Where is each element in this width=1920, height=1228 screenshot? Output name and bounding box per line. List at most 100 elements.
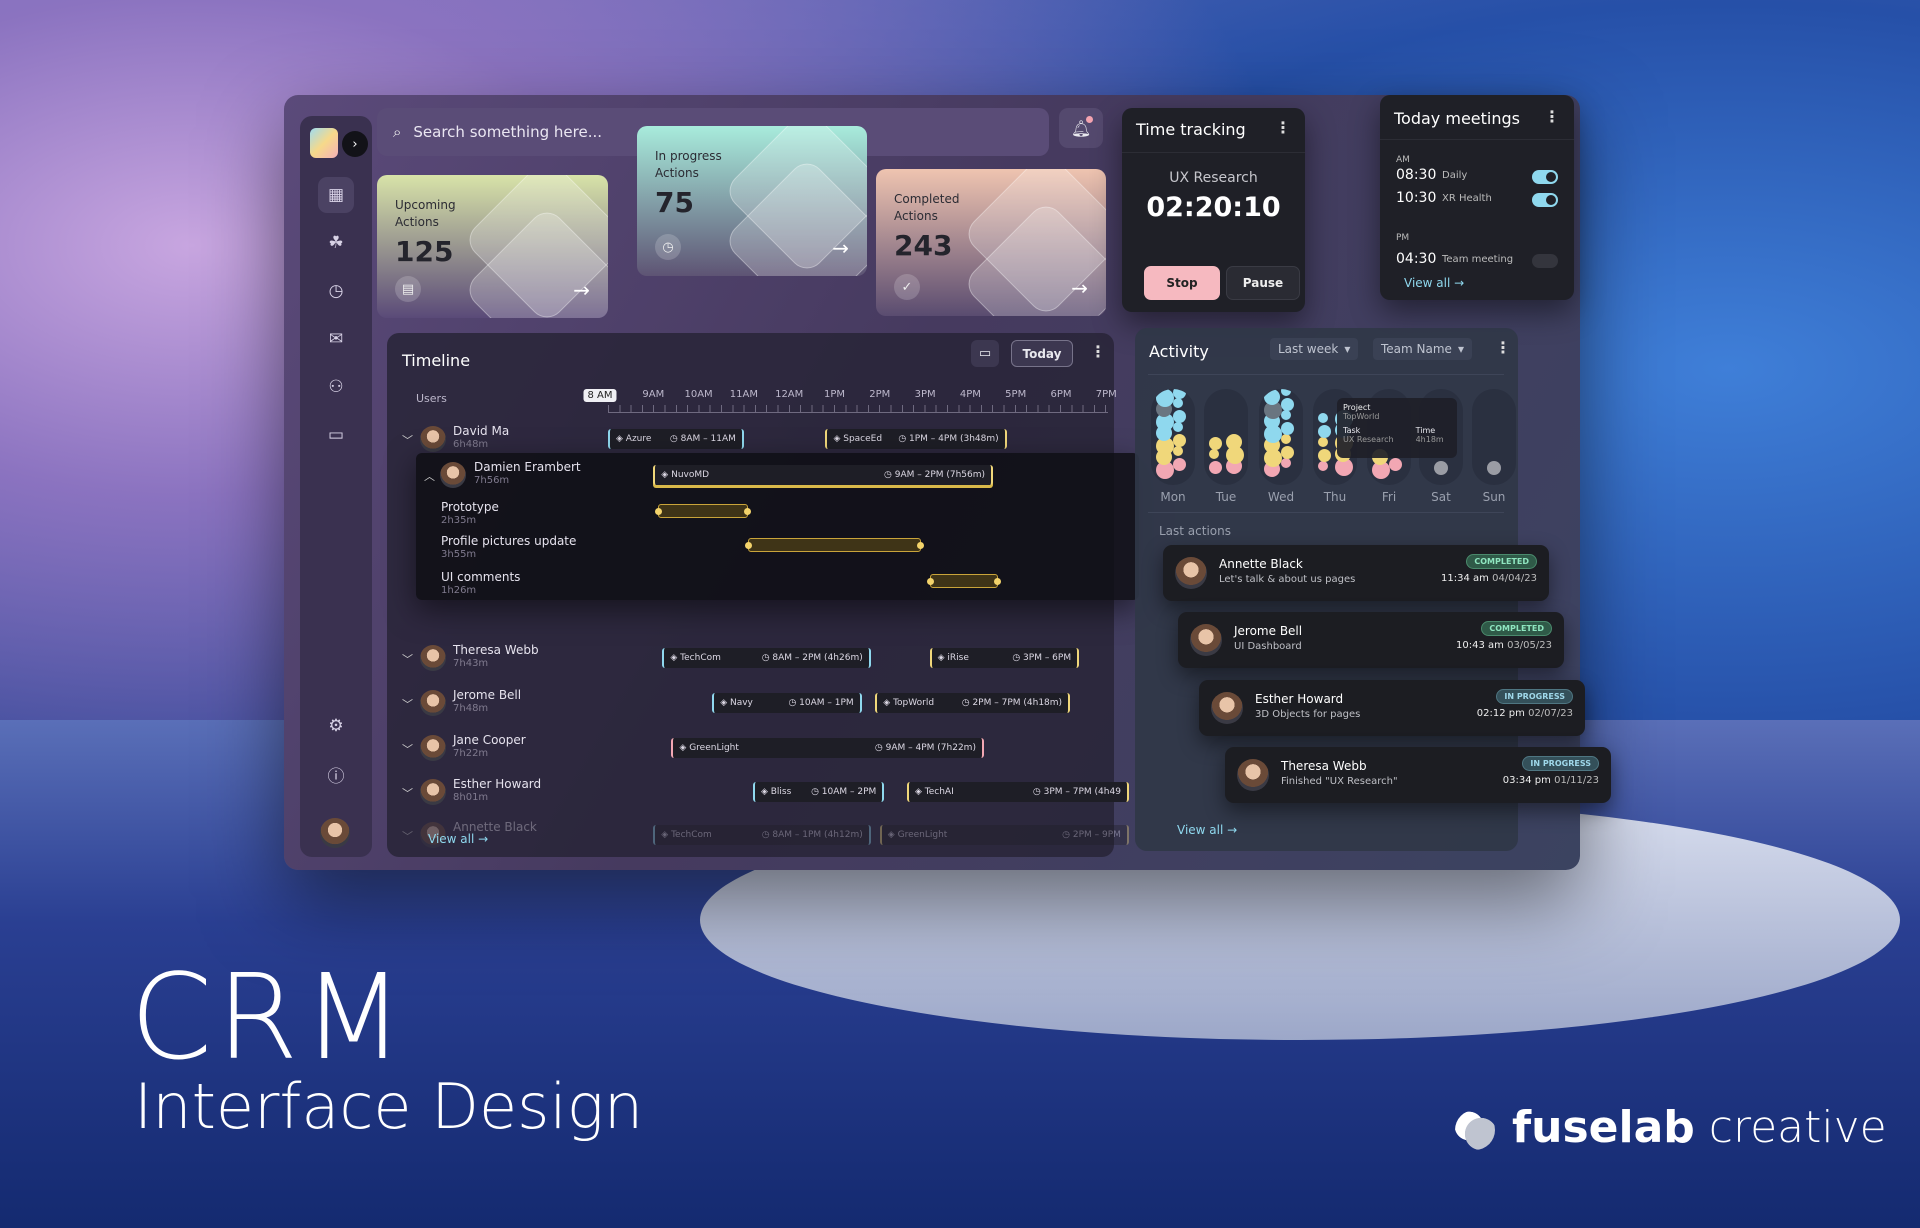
arrow-right-icon[interactable]: → — [832, 236, 849, 260]
chevron-down-icon[interactable]: ﹀ — [402, 432, 413, 448]
bubble[interactable] — [1173, 446, 1183, 456]
chevron-down-icon[interactable]: ﹀ — [402, 785, 413, 801]
sidebar-item-dashboard[interactable]: ▦ — [318, 177, 354, 213]
arrow-right-icon[interactable]: → — [1071, 276, 1088, 300]
activity-day-column[interactable] — [1204, 389, 1248, 485]
tracked-task: UX Research — [1169, 170, 1258, 186]
project-bar[interactable]: ◈ Bliss ◷ 10AM – 2PM — [752, 782, 885, 802]
activity-day-column[interactable] — [1151, 389, 1195, 485]
bubble[interactable] — [1226, 434, 1242, 450]
chevron-down-icon[interactable]: ﹀ — [402, 696, 413, 712]
activity-day-column[interactable] — [1259, 389, 1303, 485]
last-action-item[interactable]: Annette Black Let's talk & about us pages… — [1163, 545, 1549, 601]
meeting-toggle[interactable] — [1532, 193, 1558, 207]
calendar-button[interactable]: ▭ — [971, 340, 999, 367]
bubble[interactable] — [1281, 398, 1294, 411]
chevron-up-icon[interactable]: ︿ — [424, 468, 435, 484]
bubble[interactable] — [1318, 413, 1328, 423]
user-avatar[interactable] — [320, 818, 350, 848]
notifications-button[interactable]: 🔔︎ — [1059, 108, 1103, 148]
project-bar[interactable]: ◈ Navy ◷ 10AM – 1PM — [712, 693, 862, 713]
project-bar[interactable]: ◈ iRise ◷ 3PM – 6PM — [929, 648, 1080, 668]
bubble[interactable] — [1209, 449, 1219, 459]
sidebar-item-mail[interactable]: ✉ — [318, 321, 354, 357]
chevron-down-icon[interactable]: ﹀ — [402, 828, 413, 844]
project-bar[interactable]: ◈ NuvoMD ◷ 9AM – 2PM (7h56m) — [653, 465, 994, 485]
last-action-item[interactable]: Theresa Webb Finished "UX Research" IN PRO… — [1225, 747, 1611, 803]
sidebar-item-users[interactable]: ⚇ — [318, 369, 354, 405]
bubble[interactable] — [1173, 398, 1183, 408]
bubble[interactable] — [1281, 422, 1294, 435]
bubble[interactable] — [1318, 437, 1328, 447]
meeting-toggle[interactable] — [1532, 254, 1558, 268]
sidebar-item-calendar[interactable]: ▭ — [318, 417, 354, 453]
timeline-view-all-link[interactable]: View all → — [428, 832, 488, 846]
last-action-item[interactable]: Jerome Bell UI Dashboard COMPLETED 10:43 am… — [1178, 612, 1564, 668]
project-bar[interactable]: ◈ Azure ◷ 8AM – 11AM — [608, 429, 744, 449]
bubble[interactable] — [1264, 389, 1280, 405]
sidebar-item-clock[interactable]: ◷ — [318, 273, 354, 309]
task-bar[interactable] — [654, 504, 752, 518]
stat-card-completed[interactable]: Completed Actions 243 ✓ → — [876, 169, 1106, 316]
time-range: 8AM – 11AM — [680, 434, 736, 444]
project-bar[interactable]: ◈ TechAI ◷ 3PM – 7PM (4h49 — [906, 782, 1129, 802]
avatar — [1237, 759, 1269, 791]
bubble[interactable] — [1318, 449, 1331, 462]
app-logo[interactable] — [310, 128, 338, 158]
user-name: Damien Erambert — [474, 460, 581, 474]
bubble[interactable] — [1209, 437, 1222, 450]
arrow-right-icon[interactable]: → — [573, 278, 590, 302]
stop-button[interactable]: Stop — [1144, 266, 1220, 300]
bubble[interactable] — [1389, 458, 1402, 471]
project-bar[interactable]: ◈ GreenLight ◷ 2PM – 9PM — [879, 825, 1129, 845]
bubble[interactable] — [1281, 389, 1291, 396]
stat-card-upcoming[interactable]: Upcoming Actions 125 ▤ → — [377, 175, 608, 318]
activity-view-all-link[interactable]: View all → — [1177, 823, 1237, 837]
sidebar-item-network[interactable]: ☘ — [318, 225, 354, 261]
avatar — [1175, 557, 1207, 589]
bubble[interactable] — [1173, 458, 1186, 471]
bubble[interactable] — [1318, 461, 1328, 471]
bubble[interactable] — [1173, 389, 1186, 399]
last-action-item[interactable]: Esther Howard 3D Objects for pages IN PROG… — [1199, 680, 1585, 736]
more-icon[interactable]: ⋮ — [1090, 342, 1106, 361]
card-label: Actions — [395, 215, 439, 229]
team-dropdown[interactable]: Team Name ▾ — [1373, 338, 1472, 360]
bubble[interactable] — [1173, 422, 1183, 432]
meeting-toggle[interactable] — [1532, 170, 1558, 184]
more-icon[interactable]: ⋮ — [1275, 118, 1291, 137]
bubble[interactable] — [1173, 410, 1186, 423]
project-bar[interactable]: ◈ TechCom ◷ 8AM – 2PM (4h26m) — [662, 648, 871, 668]
project-bar[interactable]: ◈ TechCom ◷ 8AM – 1PM (4h12m) — [653, 825, 871, 845]
time-label: ◷ 8AM – 2PM (4h26m) — [762, 653, 863, 663]
bubble[interactable] — [1281, 446, 1294, 459]
action-datetime: 02:12 pm 02/07/23 — [1477, 708, 1573, 719]
task-bar[interactable] — [745, 538, 924, 552]
bubble[interactable] — [1281, 458, 1291, 468]
chevron-down-icon[interactable]: ﹀ — [402, 741, 413, 757]
today-button[interactable]: Today — [1011, 340, 1073, 367]
pause-button[interactable]: Pause — [1226, 266, 1300, 300]
period-dropdown[interactable]: Last week ▾ — [1270, 338, 1359, 360]
bubble[interactable] — [1281, 410, 1291, 420]
project-bar[interactable]: ◈ GreenLight ◷ 9AM – 4PM (7h22m) — [671, 738, 984, 758]
activity-day-column[interactable] — [1472, 389, 1516, 485]
expand-sidebar-button[interactable]: › — [342, 131, 368, 157]
meetings-view-all-link[interactable]: View all → — [1404, 276, 1464, 290]
more-icon[interactable]: ⋮ — [1544, 107, 1560, 126]
project-bar[interactable]: ◈ TopWorld ◷ 2PM – 7PM (4h18m) — [875, 693, 1071, 713]
sidebar-item-settings[interactable]: ⚙ — [318, 708, 354, 744]
sidebar-item-info[interactable]: ⓘ — [318, 756, 354, 792]
user-total-time: 7h43m — [453, 658, 489, 669]
more-icon[interactable]: ⋮ — [1495, 338, 1511, 357]
chevron-down-icon[interactable]: ﹀ — [402, 651, 413, 667]
project-bar[interactable]: ◈ SpaceEd ◷ 1PM – 4PM (3h48m) — [825, 429, 1007, 449]
bubble[interactable] — [1156, 389, 1174, 407]
project-name: TopWorld — [893, 698, 935, 708]
bubble[interactable] — [1281, 434, 1291, 444]
bubble[interactable] — [1209, 461, 1222, 474]
bubble[interactable] — [1173, 434, 1186, 447]
bubble[interactable] — [1318, 425, 1331, 438]
stat-card-in-progress[interactable]: In progress Actions 75 ◷ → — [637, 126, 867, 276]
task-bar[interactable] — [926, 574, 1001, 588]
